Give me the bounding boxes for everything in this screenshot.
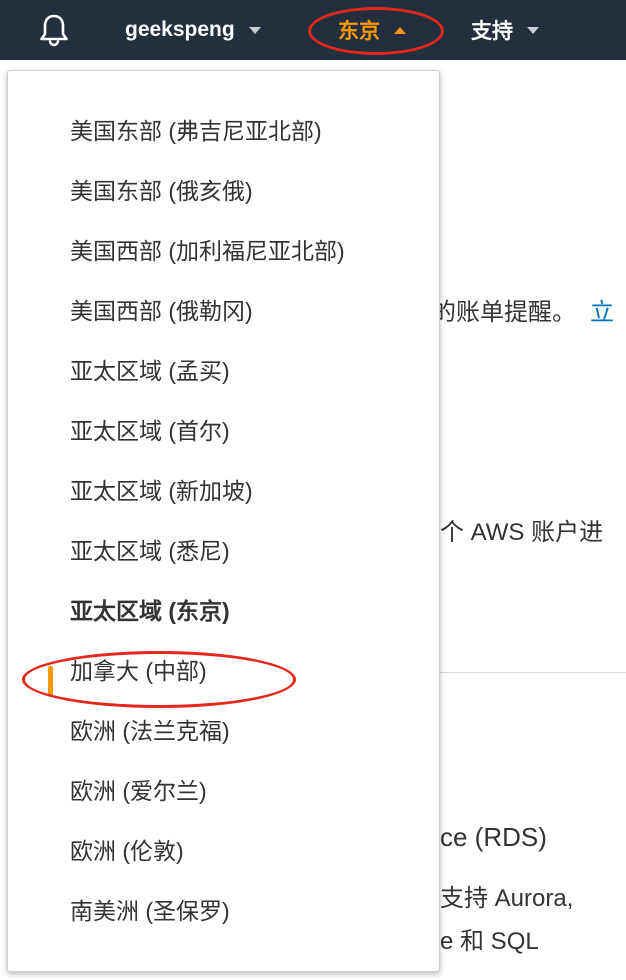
region-item-ap-southeast-2[interactable]: 亚太区域 (悉尼) [70,531,230,571]
rds-description-line-1: 支持 Aurora, [440,885,574,912]
chevron-down-icon [527,26,539,34]
billing-alert-link[interactable]: 立 [590,299,614,326]
rds-service-title: ce (RDS) [440,822,547,852]
region-item-ap-south-1[interactable]: 亚太区域 (孟买) [70,351,230,391]
region-item-us-east-1[interactable]: 美国东部 (弗吉尼亚北部) [70,111,322,151]
region-item-ca-central-1[interactable]: 加拿大 (中部) [70,651,207,691]
aws-account-text: 个 AWS 账户进 [440,519,604,546]
region-item-us-east-2[interactable]: 美国东部 (俄亥俄) [70,171,253,211]
billing-alert-text: 的账单提醒。立 [432,299,614,326]
region-dropdown-menu: 美国东部 (弗吉尼亚北部) 美国东部 (俄亥俄) 美国西部 (加利福尼亚北部) … [7,70,440,972]
region-item-eu-west-1[interactable]: 欧洲 (爱尔兰) [70,771,207,811]
region-annotation-circle [308,7,444,55]
support-menu-button[interactable]: 支持 [471,0,539,60]
account-username: geekspeng [125,18,235,41]
rds-description-line-2: e 和 SQL [440,928,539,955]
region-item-eu-central-1[interactable]: 欧洲 (法兰克福) [70,711,230,751]
section-divider [440,672,626,673]
support-label: 支持 [471,20,513,43]
region-item-us-west-1[interactable]: 美国西部 (加利福尼亚北部) [70,231,345,271]
region-item-ap-southeast-1[interactable]: 亚太区域 (新加坡) [70,471,253,511]
region-item-ap-northeast-2[interactable]: 亚太区域 (首尔) [70,411,230,451]
region-item-ap-northeast-1-selected[interactable]: 亚太区域 (东京) [70,591,230,631]
region-item-us-west-2[interactable]: 美国西部 (俄勒冈) [70,291,253,331]
chevron-down-icon [248,26,261,34]
account-menu-button[interactable]: geekspeng [125,0,261,60]
region-item-eu-west-2[interactable]: 欧洲 (伦敦) [70,831,184,871]
top-navigation-bar: geekspeng 东京 支持 [0,0,626,60]
region-item-sa-east-1[interactable]: 南美洲 (圣保罗) [70,891,230,931]
notifications-bell-icon[interactable] [36,12,72,48]
